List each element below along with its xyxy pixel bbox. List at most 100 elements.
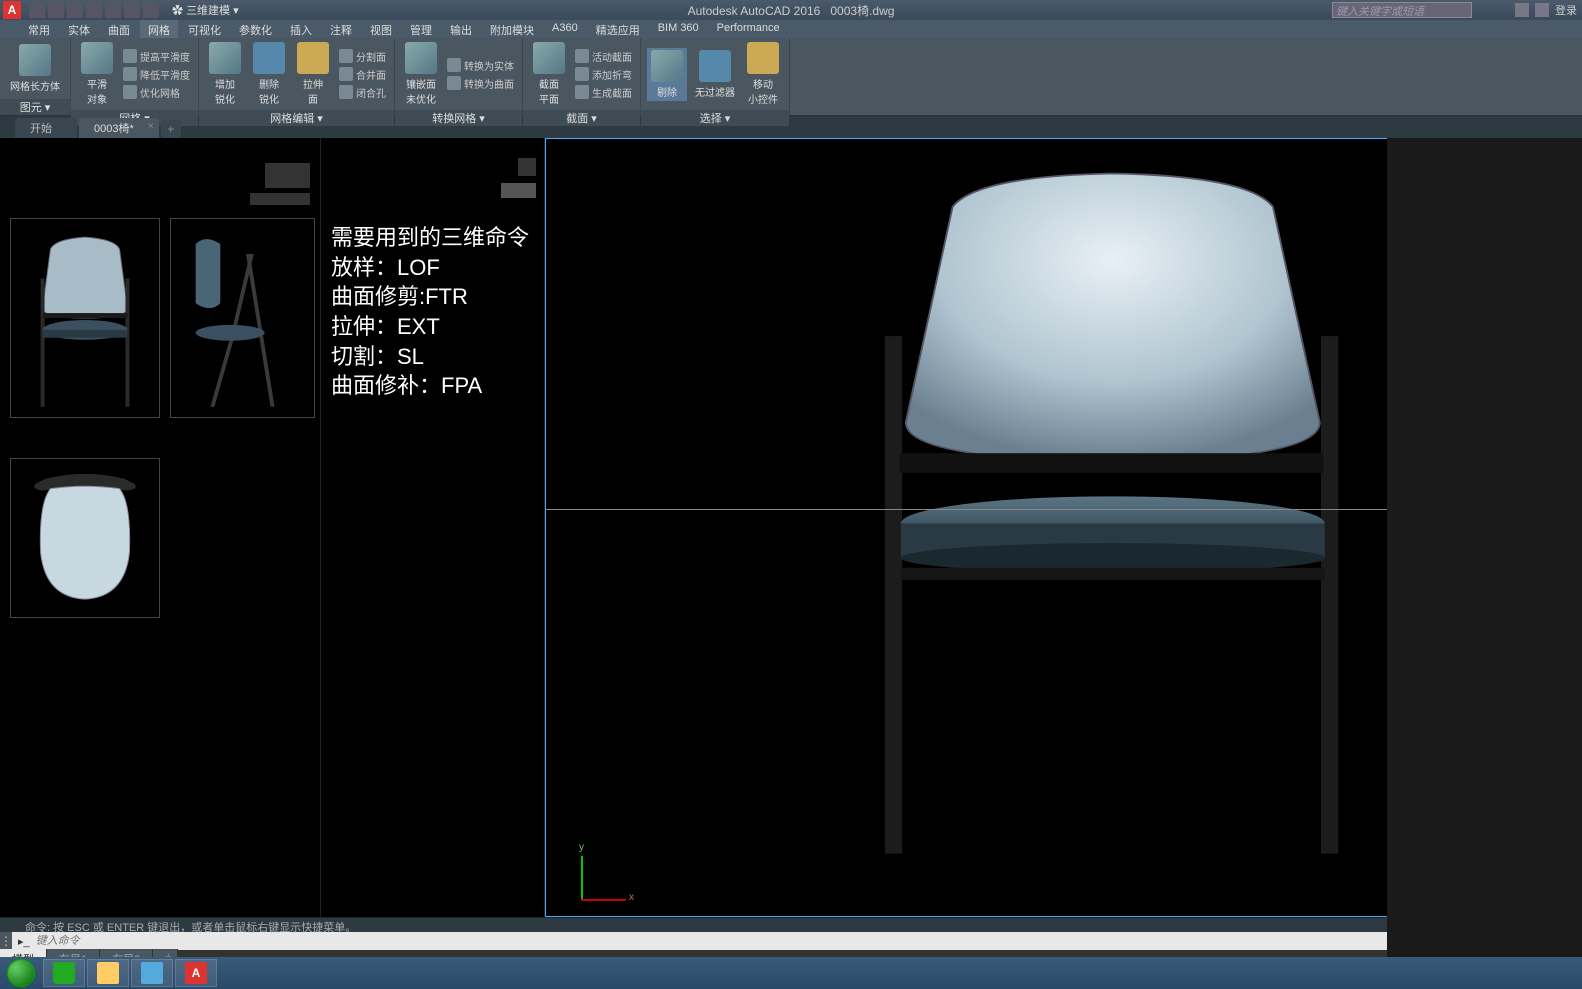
menu-item-1[interactable]: 实体: [60, 20, 98, 38]
login-button[interactable]: 登录: [1555, 2, 1577, 18]
qat-save-icon[interactable]: [67, 2, 83, 18]
ribbon-label: 镶嵌面未优化: [406, 76, 436, 106]
start-button[interactable]: [0, 957, 42, 989]
ribbon-panel-title[interactable]: 转换网格 ▾: [395, 110, 522, 126]
command-input[interactable]: [36, 933, 1387, 949]
ribbon-button[interactable]: 无过滤器: [691, 48, 739, 101]
ribbon-small-icon: [339, 67, 353, 81]
taskbar-app-iqiyi[interactable]: [43, 959, 85, 987]
menu-item-3[interactable]: 网格: [140, 20, 178, 38]
taskbar-app-autocad[interactable]: A: [175, 959, 217, 987]
ribbon-button[interactable]: 删除锐化: [249, 40, 289, 108]
qat-redo-icon[interactable]: [143, 2, 159, 18]
menu-item-2[interactable]: 曲面: [100, 20, 138, 38]
ribbon-small-button[interactable]: 添加折弯: [573, 66, 634, 83]
ribbon-small-icon: [447, 58, 461, 72]
ribbon-label: 删除锐化: [259, 76, 279, 106]
info-icon[interactable]: [1515, 3, 1529, 17]
ribbon-small-button[interactable]: 降低平滑度: [121, 66, 192, 83]
viewport-control-icon[interactable]: [518, 158, 536, 176]
ribbon-small-button[interactable]: 转换为实体: [445, 57, 516, 74]
qat-open-icon[interactable]: [48, 2, 64, 18]
ribbon-button[interactable]: 镶嵌面未优化: [401, 40, 441, 108]
taskbar-app-explorer[interactable]: [87, 959, 129, 987]
ribbon: 网格长方体图元 ▾平滑对象提高平滑度降低平滑度优化网格网格 ▾增加锐化删除锐化拉…: [0, 38, 1582, 116]
app-logo[interactable]: A: [3, 1, 21, 19]
ribbon-panel-title[interactable]: 选择 ▾: [641, 110, 789, 126]
qat-new-icon[interactable]: [29, 2, 45, 18]
menu-item-8[interactable]: 视图: [362, 20, 400, 38]
workspace-dropdown[interactable]: ✿ 三维建模 ▾: [172, 2, 239, 18]
ucs-y-label: y: [579, 842, 584, 853]
ribbon-button[interactable]: 剔除: [647, 48, 687, 101]
menu-item-5[interactable]: 参数化: [231, 20, 280, 38]
ribbon-panel-5: 剔除无过滤器移动小控件选择 ▾: [641, 38, 790, 115]
add-tab-button[interactable]: +: [161, 120, 181, 138]
document-tab[interactable]: 开始: [15, 118, 77, 138]
ribbon-small-button[interactable]: 转换为曲面: [445, 75, 516, 92]
ribbon-small-button[interactable]: 生成截面: [573, 84, 634, 101]
ribbon-small-button[interactable]: 分割面: [337, 48, 388, 65]
ribbon-small-button[interactable]: 闭合孔: [337, 84, 388, 101]
ribbon-small-label: 合并面: [356, 67, 386, 82]
ribbon-button[interactable]: 拉伸面: [293, 40, 333, 108]
close-icon[interactable]: ×: [148, 121, 154, 132]
ribbon-button[interactable]: 截面平面: [529, 40, 569, 108]
ucs-y-axis: [581, 856, 583, 901]
ribbon-small-button[interactable]: 合并面: [337, 66, 388, 83]
qat-saveas-icon[interactable]: [86, 2, 102, 18]
document-tab[interactable]: 0003椅*×: [79, 118, 159, 138]
thumbnail-side-view[interactable]: [170, 218, 315, 418]
quick-access-toolbar: [24, 2, 164, 18]
menu-item-9[interactable]: 管理: [402, 20, 440, 38]
ribbon-panel-title[interactable]: 截面 ▾: [523, 110, 640, 126]
thumbnail-top-view[interactable]: [10, 458, 160, 618]
ribbon-small-button[interactable]: 活动截面: [573, 48, 634, 65]
menu-item-15[interactable]: Performance: [709, 20, 788, 38]
ribbon-button[interactable]: 增加锐化: [205, 40, 245, 108]
menu-item-4[interactable]: 可视化: [180, 20, 229, 38]
ribbon-label: 网格长方体: [10, 78, 60, 93]
ribbon-small-button[interactable]: 提高平滑度: [121, 48, 192, 65]
drawing-area: 需要用到的三维命令 放样：LOF 曲面修剪:FTR 拉伸：EXT 切割：SL 曲…: [0, 138, 1582, 917]
ribbon-button[interactable]: 平滑对象: [77, 40, 117, 108]
ucs-x-axis: [581, 899, 626, 901]
ribbon-panel-title[interactable]: 网格编辑 ▾: [199, 110, 394, 126]
ribbon-label: 增加锐化: [215, 76, 235, 106]
menu-item-10[interactable]: 输出: [442, 20, 480, 38]
menu-item-11[interactable]: 附加模块: [482, 20, 542, 38]
ribbon-label: 移动小控件: [748, 76, 778, 106]
thumbnail-front-view[interactable]: [10, 218, 160, 418]
menu-item-7[interactable]: 注释: [322, 20, 360, 38]
viewport-middle[interactable]: 需要用到的三维命令 放样：LOF 曲面修剪:FTR 拉伸：EXT 切割：SL 曲…: [320, 138, 545, 917]
viewport-control-icon[interactable]: [250, 193, 310, 205]
ribbon-panel-title[interactable]: 图元 ▾: [0, 99, 70, 115]
ribbon-button[interactable]: 网格长方体: [6, 42, 64, 95]
menu-item-13[interactable]: 精选应用: [588, 20, 648, 38]
taskbar-app-media[interactable]: [131, 959, 173, 987]
ribbon-button[interactable]: 移动小控件: [743, 40, 783, 108]
windows-logo-icon: [7, 959, 35, 987]
command-reference-text: 需要用到的三维命令 放样：LOF 曲面修剪:FTR 拉伸：EXT 切割：SL 曲…: [331, 223, 529, 401]
viewport-left[interactable]: [0, 138, 320, 917]
user-icon[interactable]: [1535, 3, 1549, 17]
viewport-control-icon[interactable]: [501, 183, 536, 198]
menu-item-14[interactable]: BIM 360: [650, 20, 707, 38]
ribbon-panel-0: 网格长方体图元 ▾: [0, 38, 71, 115]
menu-item-6[interactable]: 插入: [282, 20, 320, 38]
qat-plot-icon[interactable]: [105, 2, 121, 18]
ribbon-small-label: 降低平滑度: [140, 67, 190, 82]
qat-undo-icon[interactable]: [124, 2, 140, 18]
help-search-input[interactable]: 键入关键字或短语: [1332, 2, 1472, 18]
menu-item-0[interactable]: 常用: [20, 20, 58, 38]
ribbon-small-icon: [575, 85, 589, 99]
ribbon-icon: [81, 42, 113, 74]
ribbon-icon: [253, 42, 285, 74]
command-handle-icon[interactable]: ⋮: [0, 932, 12, 950]
ribbon-small-button[interactable]: 优化网格: [121, 84, 192, 101]
viewport-control-icon[interactable]: [265, 163, 310, 188]
ribbon-icon: [699, 50, 731, 82]
ribbon-icon: [651, 50, 683, 82]
ribbon-icon: [533, 42, 565, 74]
menu-item-12[interactable]: A360: [544, 20, 586, 38]
